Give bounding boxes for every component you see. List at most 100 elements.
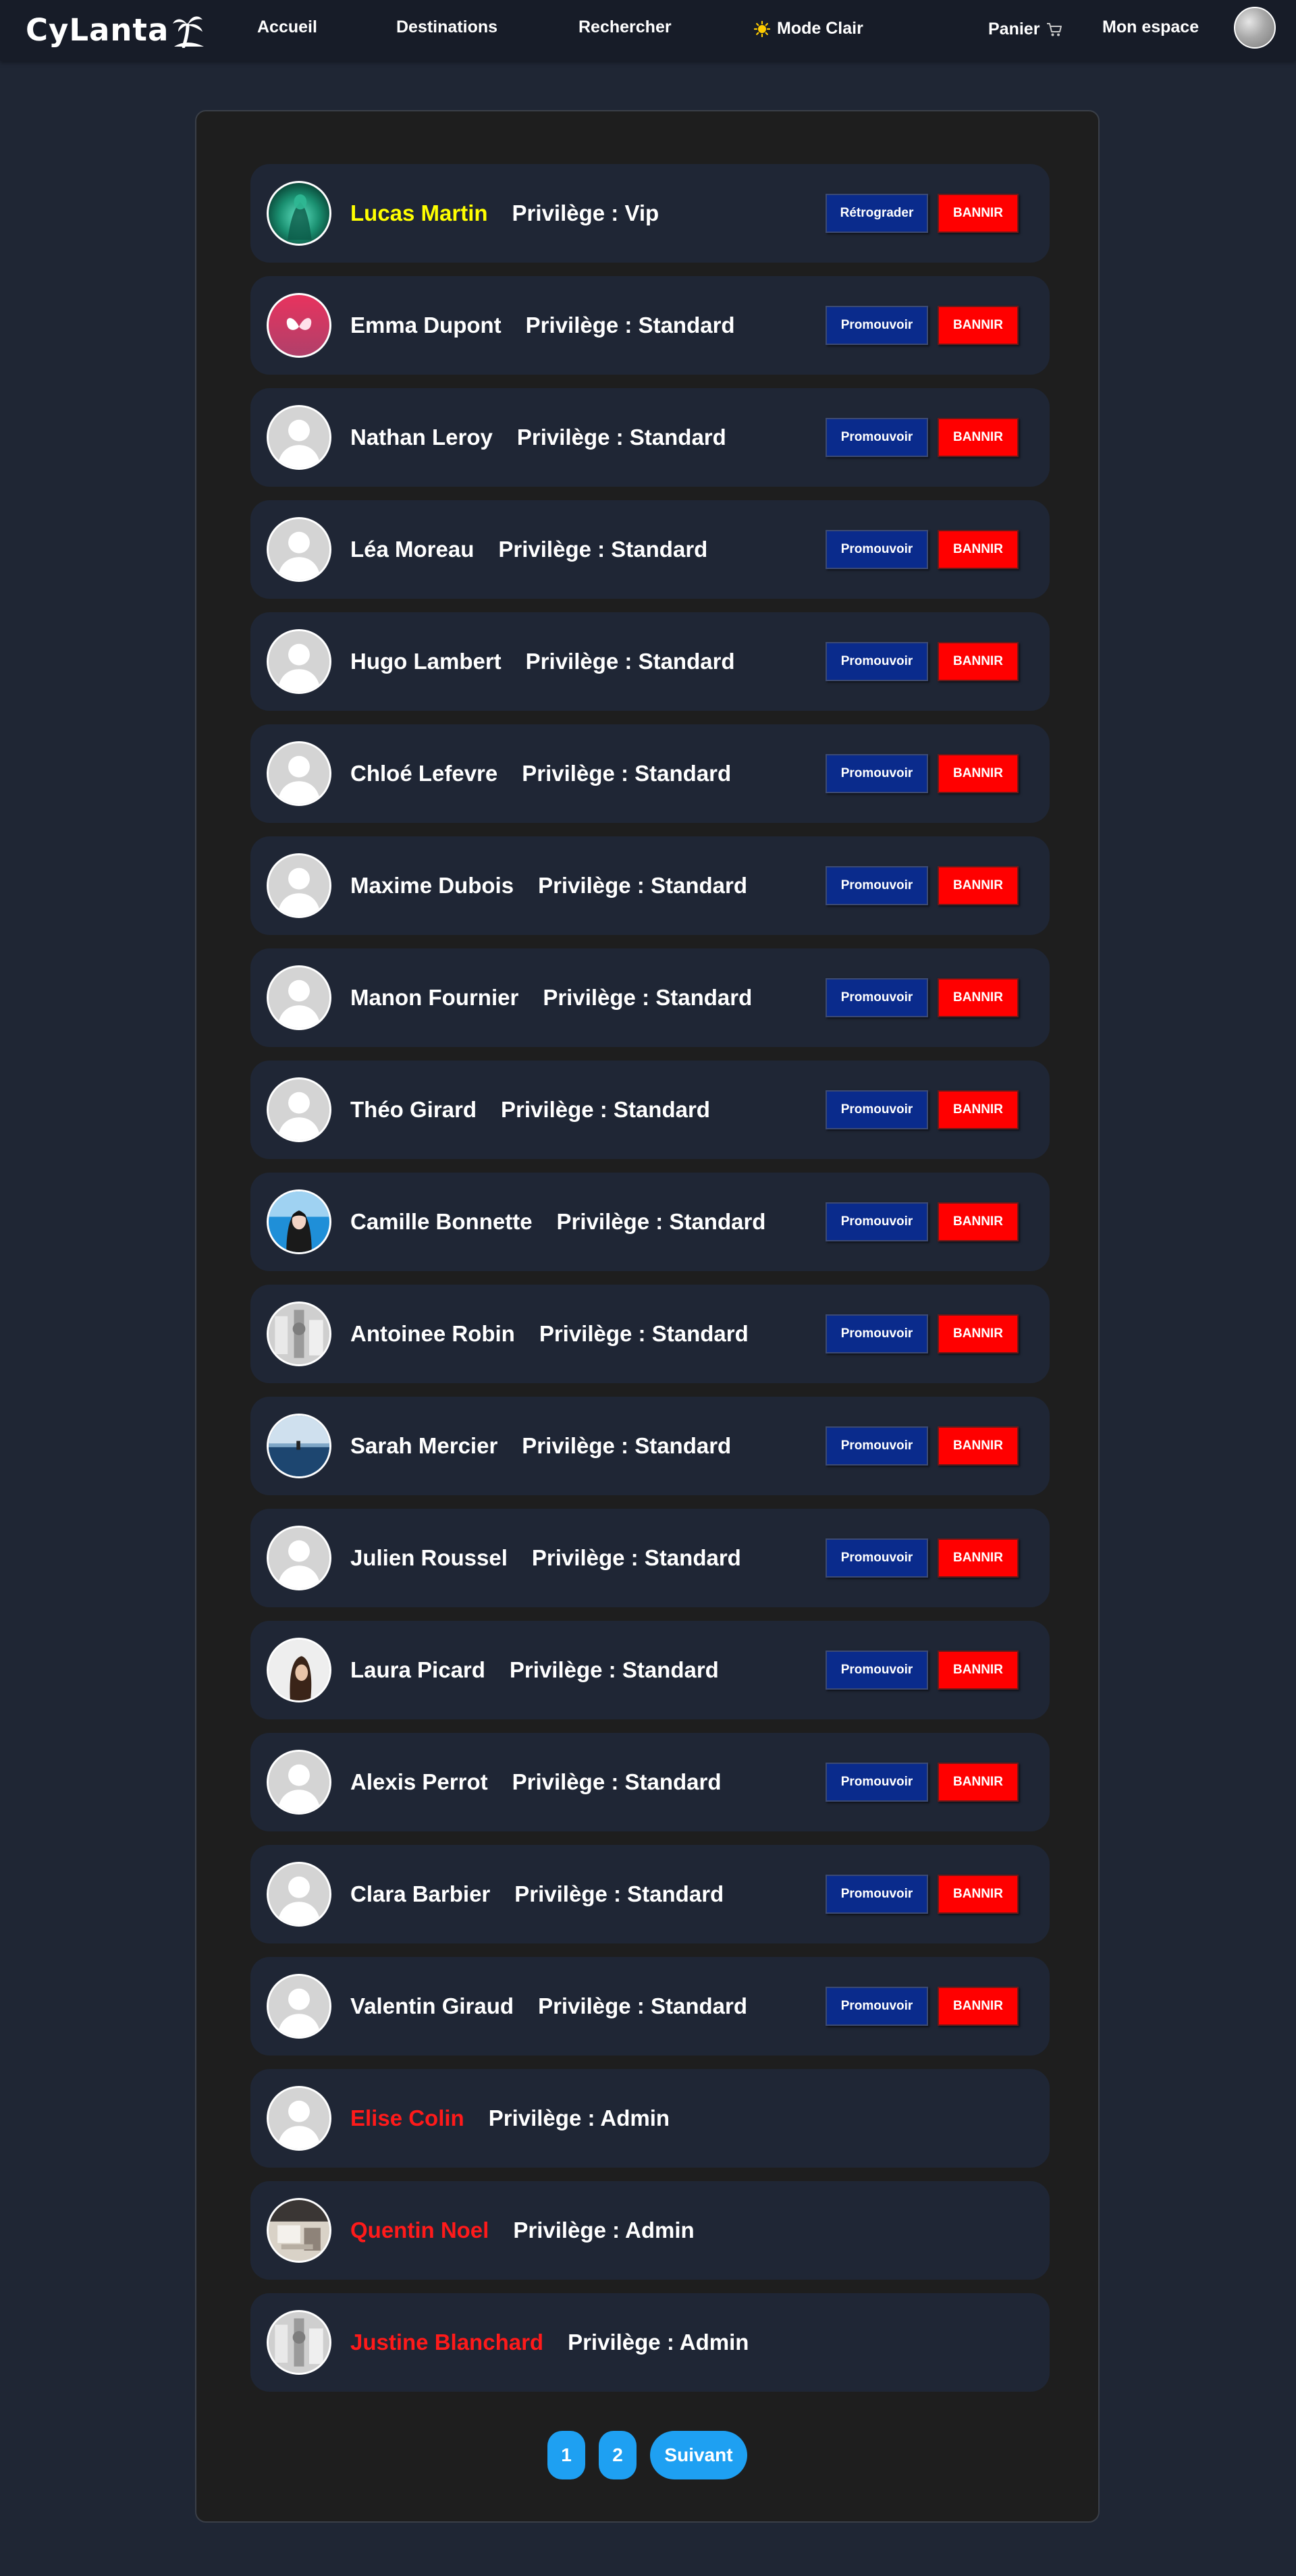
- cart-label: Panier: [988, 20, 1040, 38]
- demote-button[interactable]: Rétrograder: [826, 194, 928, 233]
- user-info: Julien Roussel Privilège : Standard: [350, 1509, 741, 1607]
- ban-button[interactable]: BANNIR: [938, 1538, 1019, 1578]
- user-card: Laura Picard Privilège : Standard Promouvo…: [250, 1621, 1050, 1719]
- user-privilege: Privilège : Standard: [538, 873, 747, 898]
- promote-button[interactable]: Promouvoir: [826, 418, 928, 457]
- user-name: Léa Moreau: [350, 537, 475, 562]
- user-info: Chloé Lefevre Privilège : Standard: [350, 724, 731, 823]
- user-avatar: [267, 1077, 331, 1142]
- ban-button[interactable]: BANNIR: [938, 1090, 1019, 1129]
- user-actions: Promouvoir BANNIR: [826, 418, 1019, 457]
- user-actions: Promouvoir BANNIR: [826, 1763, 1019, 1802]
- user-name: Quentin Noel: [350, 2218, 489, 2243]
- brand-logo[interactable]: CyLanta: [26, 9, 205, 50]
- user-avatar: [267, 1638, 331, 1702]
- promote-button[interactable]: Promouvoir: [826, 1651, 928, 1690]
- promote-button[interactable]: Promouvoir: [826, 642, 928, 681]
- promote-button[interactable]: Promouvoir: [826, 1875, 928, 1914]
- promote-button[interactable]: Promouvoir: [826, 1202, 928, 1241]
- user-info: Maxime Dubois Privilège : Standard: [350, 836, 747, 935]
- next-page-button[interactable]: Suivant: [650, 2431, 747, 2479]
- promote-button[interactable]: Promouvoir: [826, 1314, 928, 1353]
- theme-toggle[interactable]: Mode Clair: [754, 19, 863, 38]
- nav-link-destinations[interactable]: Destinations: [396, 18, 497, 37]
- ban-button[interactable]: BANNIR: [938, 1202, 1019, 1241]
- ban-button[interactable]: BANNIR: [938, 754, 1019, 793]
- account-avatar[interactable]: [1234, 7, 1276, 49]
- ban-button[interactable]: BANNIR: [938, 418, 1019, 457]
- user-card: Alexis Perrot Privilège : Standard Promouv…: [250, 1733, 1050, 1831]
- promote-button[interactable]: Promouvoir: [826, 1763, 928, 1802]
- user-card: Nathan Leroy Privilège : Standard Promouvo…: [250, 388, 1050, 487]
- ban-button[interactable]: BANNIR: [938, 866, 1019, 905]
- user-name: Hugo Lambert: [350, 649, 502, 674]
- user-actions: Promouvoir BANNIR: [826, 1987, 1019, 2026]
- user-name: Sarah Mercier: [350, 1433, 498, 1458]
- user-avatar: [267, 853, 331, 918]
- user-privilege: Privilège : Standard: [538, 1993, 747, 2018]
- promote-button[interactable]: Promouvoir: [826, 306, 928, 345]
- user-card: Antoinee Robin Privilège : Standard Promou…: [250, 1285, 1050, 1383]
- nav-link-mon-espace[interactable]: Mon espace: [1102, 18, 1199, 37]
- nav-link-rechercher[interactable]: Rechercher: [578, 18, 672, 37]
- nav-link-accueil[interactable]: Accueil: [257, 18, 317, 37]
- user-privilege: Privilège : Vip: [512, 200, 659, 225]
- user-info: Théo Girard Privilège : Standard: [350, 1061, 710, 1159]
- user-avatar: [267, 1862, 331, 1927]
- user-name: Valentin Giraud: [350, 1993, 514, 2018]
- user-actions: Promouvoir BANNIR: [826, 1202, 1019, 1241]
- user-avatar: [267, 181, 331, 246]
- ban-button[interactable]: BANNIR: [938, 978, 1019, 1017]
- user-management-panel: Lucas Martin Privilège : Vip Rétrograder BA…: [195, 110, 1100, 2523]
- user-info: Quentin Noel Privilège : Admin: [350, 2181, 695, 2280]
- promote-button[interactable]: Promouvoir: [826, 1538, 928, 1578]
- promote-button[interactable]: Promouvoir: [826, 1987, 928, 2026]
- user-name: Julien Roussel: [350, 1545, 508, 1570]
- promote-button[interactable]: Promouvoir: [826, 754, 928, 793]
- brand-name: CyLanta: [26, 11, 169, 48]
- ban-button[interactable]: BANNIR: [938, 1875, 1019, 1914]
- cart-icon: [1046, 22, 1062, 37]
- promote-button[interactable]: Promouvoir: [826, 1090, 928, 1129]
- ban-button[interactable]: BANNIR: [938, 1314, 1019, 1353]
- user-privilege: Privilège : Standard: [522, 1433, 732, 1458]
- user-avatar: [267, 2310, 331, 2375]
- cart-link[interactable]: Panier: [988, 20, 1062, 39]
- ban-button[interactable]: BANNIR: [938, 1763, 1019, 1802]
- user-info: Antoinee Robin Privilège : Standard: [350, 1285, 749, 1383]
- user-privilege: Privilège : Standard: [525, 649, 735, 674]
- promote-button[interactable]: Promouvoir: [826, 1426, 928, 1466]
- user-info: Elise Colin Privilège : Admin: [350, 2069, 670, 2168]
- user-privilege: Privilège : Standard: [531, 1545, 741, 1570]
- ban-button[interactable]: BANNIR: [938, 642, 1019, 681]
- user-privilege: Privilège : Standard: [556, 1209, 766, 1234]
- user-card: Clara Barbier Privilège : Standard Promouv…: [250, 1845, 1050, 1943]
- user-card: Lucas Martin Privilège : Vip Rétrograder BA…: [250, 164, 1050, 263]
- ban-button[interactable]: BANNIR: [938, 1651, 1019, 1690]
- user-name: Elise Colin: [350, 2105, 464, 2130]
- ban-button[interactable]: BANNIR: [938, 1987, 1019, 2026]
- ban-button[interactable]: BANNIR: [938, 306, 1019, 345]
- user-card: Hugo Lambert Privilège : Standard Promouvo…: [250, 612, 1050, 711]
- user-card: Quentin Noel Privilège : Admin: [250, 2181, 1050, 2280]
- ban-button[interactable]: BANNIR: [938, 1426, 1019, 1466]
- promote-button[interactable]: Promouvoir: [826, 530, 928, 569]
- ban-button[interactable]: BANNIR: [938, 530, 1019, 569]
- sun-icon: [754, 20, 770, 37]
- promote-button[interactable]: Promouvoir: [826, 978, 928, 1017]
- user-actions: Promouvoir BANNIR: [826, 1651, 1019, 1690]
- promote-button[interactable]: Promouvoir: [826, 866, 928, 905]
- user-actions: Promouvoir BANNIR: [826, 1426, 1019, 1466]
- page-button-2[interactable]: 2: [599, 2431, 637, 2479]
- page-button-1[interactable]: 1: [547, 2431, 585, 2479]
- ban-button[interactable]: BANNIR: [938, 194, 1019, 233]
- user-info: Hugo Lambert Privilège : Standard: [350, 612, 735, 711]
- user-actions: Promouvoir BANNIR: [826, 1314, 1019, 1353]
- user-actions: Promouvoir BANNIR: [826, 1538, 1019, 1578]
- user-privilege: Privilège : Standard: [509, 1657, 719, 1682]
- user-card: Valentin Giraud Privilège : Standard Promo…: [250, 1957, 1050, 2056]
- user-info: Laura Picard Privilège : Standard: [350, 1621, 719, 1719]
- user-info: Lucas Martin Privilège : Vip: [350, 164, 659, 263]
- user-avatar: [267, 1750, 331, 1815]
- user-info: Valentin Giraud Privilège : Standard: [350, 1957, 747, 2056]
